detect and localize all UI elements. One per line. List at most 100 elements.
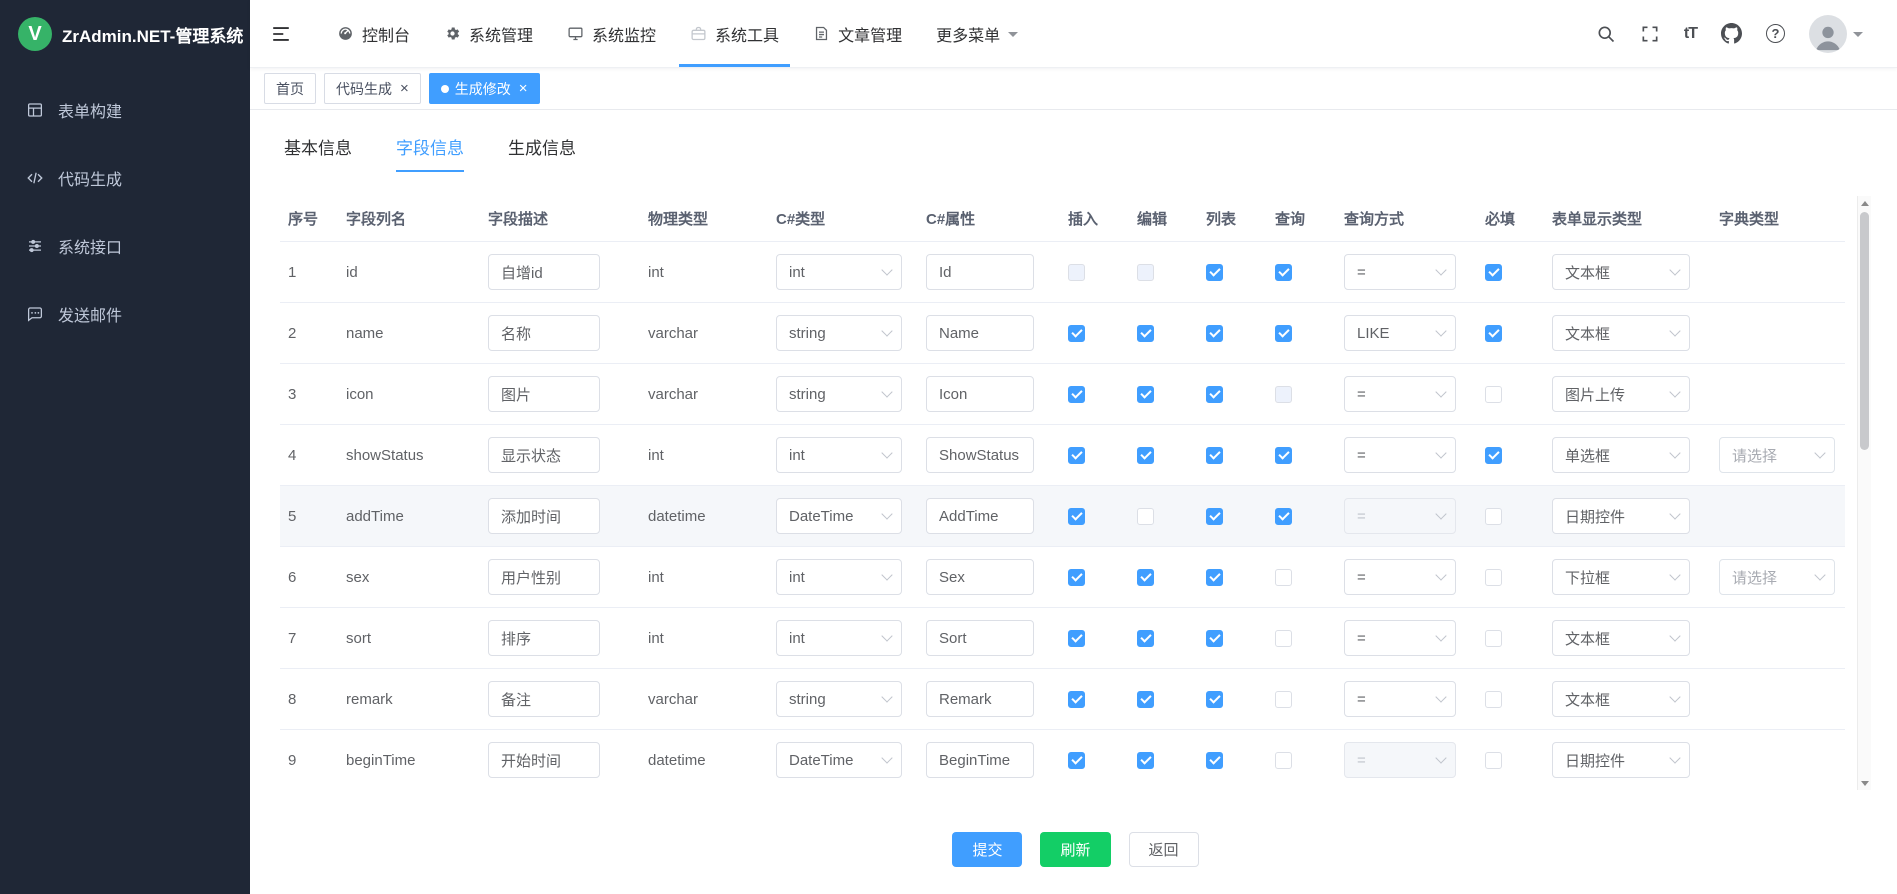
- list-checkbox[interactable]: [1206, 386, 1223, 403]
- query-checkbox[interactable]: [1275, 264, 1292, 281]
- edit-checkbox[interactable]: [1137, 264, 1154, 281]
- required-checkbox[interactable]: [1485, 264, 1502, 281]
- query-checkbox[interactable]: [1275, 691, 1292, 708]
- close-icon[interactable]: [519, 81, 528, 96]
- display-type-select[interactable]: 文本框: [1552, 620, 1690, 656]
- list-checkbox[interactable]: [1206, 569, 1223, 586]
- topnav-item-article-management[interactable]: 文章管理: [796, 0, 919, 67]
- display-type-select[interactable]: 下拉框: [1552, 559, 1690, 595]
- edit-checkbox[interactable]: [1137, 447, 1154, 464]
- required-checkbox[interactable]: [1485, 325, 1502, 342]
- csharp-type-select[interactable]: DateTime: [776, 742, 902, 778]
- field-description-input[interactable]: [488, 559, 600, 595]
- csharp-type-select[interactable]: DateTime: [776, 498, 902, 534]
- required-checkbox[interactable]: [1485, 386, 1502, 403]
- csharp-property-input[interactable]: [926, 498, 1034, 534]
- sidebar-item-code-generation[interactable]: 代码生成: [0, 144, 250, 212]
- search-icon[interactable]: [1596, 24, 1616, 44]
- required-checkbox[interactable]: [1485, 752, 1502, 769]
- edit-checkbox[interactable]: [1137, 752, 1154, 769]
- csharp-property-input[interactable]: [926, 254, 1034, 290]
- topnav-item-system-monitor[interactable]: 系统监控: [550, 0, 673, 67]
- csharp-property-input[interactable]: [926, 315, 1034, 351]
- query-mode-select[interactable]: =: [1344, 437, 1456, 473]
- tab-item[interactable]: 字段信息: [396, 134, 464, 172]
- query-mode-select[interactable]: =: [1344, 254, 1456, 290]
- list-checkbox[interactable]: [1206, 691, 1223, 708]
- insert-checkbox[interactable]: [1068, 752, 1085, 769]
- scrollbar-thumb[interactable]: [1860, 212, 1869, 450]
- csharp-type-select[interactable]: string: [776, 681, 902, 717]
- edit-checkbox[interactable]: [1137, 569, 1154, 586]
- dict-type-select[interactable]: 请选择: [1719, 559, 1835, 595]
- list-checkbox[interactable]: [1206, 325, 1223, 342]
- list-checkbox[interactable]: [1206, 447, 1223, 464]
- edit-checkbox[interactable]: [1137, 508, 1154, 525]
- query-checkbox[interactable]: [1275, 447, 1292, 464]
- csharp-property-input[interactable]: [926, 742, 1034, 778]
- csharp-type-select[interactable]: int: [776, 559, 902, 595]
- font-size-icon[interactable]: [1684, 25, 1697, 43]
- topnav-item-system-tools[interactable]: 系统工具: [673, 0, 796, 67]
- field-description-input[interactable]: [488, 254, 600, 290]
- topnav-item-more-menus[interactable]: 更多菜单: [919, 0, 1035, 67]
- field-description-input[interactable]: [488, 742, 600, 778]
- user-avatar-menu[interactable]: [1809, 15, 1863, 53]
- tag-item[interactable]: 首页: [264, 73, 316, 104]
- refresh-button[interactable]: 刷新: [1040, 832, 1110, 867]
- insert-checkbox[interactable]: [1068, 264, 1085, 281]
- insert-checkbox[interactable]: [1068, 325, 1085, 342]
- display-type-select[interactable]: 单选框: [1552, 437, 1690, 473]
- csharp-property-input[interactable]: [926, 437, 1034, 473]
- insert-checkbox[interactable]: [1068, 386, 1085, 403]
- edit-checkbox[interactable]: [1137, 691, 1154, 708]
- list-checkbox[interactable]: [1206, 264, 1223, 281]
- fullscreen-icon[interactable]: [1640, 24, 1660, 44]
- query-mode-select[interactable]: =: [1344, 498, 1456, 534]
- sidebar-item-form-builder[interactable]: 表单构建: [0, 76, 250, 144]
- field-description-input[interactable]: [488, 437, 600, 473]
- query-mode-select[interactable]: =: [1344, 742, 1456, 778]
- query-checkbox[interactable]: [1275, 630, 1292, 647]
- sidebar-collapse-icon[interactable]: [270, 23, 292, 45]
- edit-checkbox[interactable]: [1137, 386, 1154, 403]
- list-checkbox[interactable]: [1206, 508, 1223, 525]
- list-checkbox[interactable]: [1206, 630, 1223, 647]
- topnav-item-system-management[interactable]: 系统管理: [427, 0, 550, 67]
- display-type-select[interactable]: 文本框: [1552, 315, 1690, 351]
- required-checkbox[interactable]: [1485, 447, 1502, 464]
- dict-type-select[interactable]: 请选择: [1719, 437, 1835, 473]
- list-checkbox[interactable]: [1206, 752, 1223, 769]
- csharp-type-select[interactable]: int: [776, 437, 902, 473]
- insert-checkbox[interactable]: [1068, 447, 1085, 464]
- required-checkbox[interactable]: [1485, 508, 1502, 525]
- sidebar-item-system-api[interactable]: 系统接口: [0, 212, 250, 280]
- edit-checkbox[interactable]: [1137, 325, 1154, 342]
- tag-item[interactable]: 代码生成: [324, 73, 421, 104]
- required-checkbox[interactable]: [1485, 569, 1502, 586]
- field-description-input[interactable]: [488, 376, 600, 412]
- submit-button[interactable]: 提交: [952, 832, 1022, 867]
- csharp-type-select[interactable]: string: [776, 315, 902, 351]
- csharp-property-input[interactable]: [926, 376, 1034, 412]
- query-mode-select[interactable]: =: [1344, 559, 1456, 595]
- query-checkbox[interactable]: [1275, 752, 1292, 769]
- insert-checkbox[interactable]: [1068, 630, 1085, 647]
- csharp-property-input[interactable]: [926, 620, 1034, 656]
- github-icon[interactable]: [1721, 23, 1742, 44]
- query-mode-select[interactable]: =: [1344, 620, 1456, 656]
- back-button[interactable]: 返回: [1129, 832, 1199, 867]
- field-description-input[interactable]: [488, 315, 600, 351]
- query-checkbox[interactable]: [1275, 386, 1292, 403]
- query-checkbox[interactable]: [1275, 508, 1292, 525]
- csharp-property-input[interactable]: [926, 681, 1034, 717]
- required-checkbox[interactable]: [1485, 691, 1502, 708]
- query-mode-select[interactable]: =: [1344, 376, 1456, 412]
- sidebar-item-send-mail[interactable]: 发送邮件: [0, 280, 250, 348]
- insert-checkbox[interactable]: [1068, 569, 1085, 586]
- csharp-property-input[interactable]: [926, 559, 1034, 595]
- field-description-input[interactable]: [488, 498, 600, 534]
- csharp-type-select[interactable]: int: [776, 620, 902, 656]
- tag-item[interactable]: 生成修改: [429, 73, 540, 104]
- query-checkbox[interactable]: [1275, 325, 1292, 342]
